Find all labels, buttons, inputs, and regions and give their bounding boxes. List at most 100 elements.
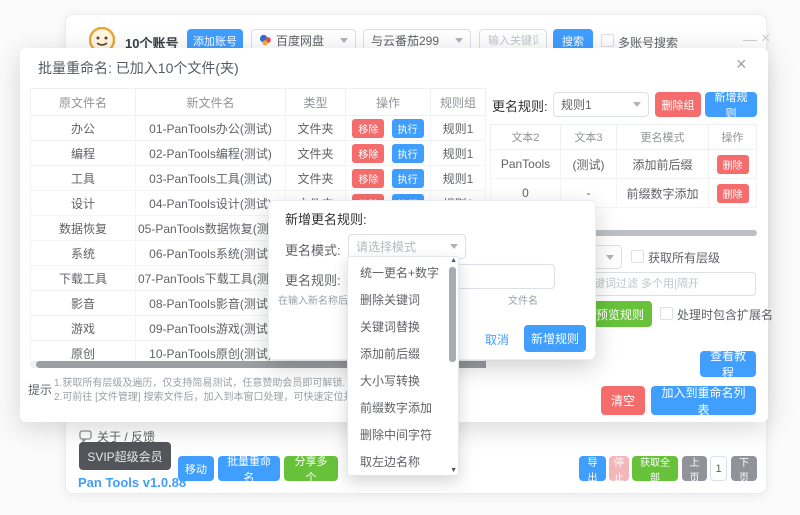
next-page-button[interactable]: 下页 <box>731 456 757 484</box>
table-row: 办公 01-PanTools办公(测试) 文件夹 移除 执行 规则1 百度网盘 <box>30 115 541 141</box>
window-close-icon[interactable]: × <box>761 30 770 48</box>
clear-button[interactable]: 清空 <box>601 386 645 415</box>
old-name: 游戏 <box>30 315 136 341</box>
chevron-down-icon <box>633 102 641 107</box>
rule-group-select[interactable]: 规则1 <box>553 92 649 117</box>
remove-button[interactable]: 移除 <box>352 143 385 163</box>
mode-option[interactable]: 删除中间字符 <box>348 422 444 449</box>
new-name: 06-PanTools系统(测试) <box>135 240 286 266</box>
confirm-add-rule-button[interactable]: 新增规则 <box>524 325 586 352</box>
mode-option[interactable]: 前缀数字添加 <box>348 395 444 422</box>
old-name: 数据恢复 <box>30 215 136 241</box>
rule-helper-right: 文件名 <box>508 296 538 307</box>
view-tutorial-button[interactable]: 查看教程 <box>700 349 756 380</box>
export-button[interactable]: 导出 <box>579 456 606 484</box>
cancel-button[interactable]: 取消 <box>476 327 518 351</box>
get-all-levels-checkbox[interactable] <box>631 250 644 263</box>
rules-header-row: 文本2 文本3 更名模式 操作 <box>490 124 757 150</box>
screen: 10个账号 添加账号 百度网盘 与云番茄299 搜索 多账号搜索 — × <box>0 0 800 515</box>
file-type: 文件夹 <box>285 165 346 191</box>
svip-button[interactable]: SVIP超级会员 <box>79 442 171 470</box>
dropdown-scroll-thumb[interactable] <box>449 267 456 362</box>
batch-rename-button[interactable]: 批量重命名 <box>218 456 280 484</box>
new-name: 07-PanTools下载工具(测试) <box>135 265 286 291</box>
col-new-name: 新文件名 <box>135 88 286 116</box>
remove-button[interactable]: 移除 <box>352 168 385 188</box>
minimize-icon[interactable]: — <box>743 31 757 47</box>
col-rename-mode: 更名模式 <box>616 124 709 150</box>
mode-option[interactable]: 大小写转换 <box>348 368 444 395</box>
dialog-title: 批量重命名: 已加入10个文件(夹) <box>38 60 239 76</box>
rules-table: 文本2 文本3 更名模式 操作 PanTools (测试) 添加前后缀 删除 0… <box>490 124 757 208</box>
multi-account-checkbox[interactable] <box>601 34 614 47</box>
include-extension-label: 处理时包含扩展名 <box>677 308 774 322</box>
col-rule-group: 规则组 <box>430 88 486 116</box>
share-multiple-button[interactable]: 分享多个 <box>284 456 338 484</box>
rename-mode-select-placeholder: 请选择模式 <box>356 240 417 254</box>
chevron-down-icon <box>450 244 458 249</box>
rule-group: 规则1 <box>430 165 486 191</box>
rule-text2: PanTools <box>490 149 561 179</box>
move-button[interactable]: 移动 <box>178 456 214 481</box>
mode-option[interactable]: 统一更名+数字 <box>348 260 444 287</box>
dialog-close-icon[interactable]: × <box>736 54 747 75</box>
table-row: 编程 02-PanTools编程(测试) 文件夹 移除 执行 规则1 百度网盘 <box>30 140 541 166</box>
col-type: 类型 <box>285 88 346 116</box>
delete-rule-button[interactable]: 删除 <box>716 183 749 203</box>
version-label: Pan Tools v1.0.88 <box>78 475 187 490</box>
chevron-down-icon <box>455 38 463 43</box>
scroll-down-icon[interactable]: ▼ <box>450 467 457 475</box>
mode-option[interactable]: 取左边名称 <box>348 449 444 476</box>
old-name: 设计 <box>30 190 136 216</box>
exec-button[interactable]: 执行 <box>391 143 424 163</box>
file-type: 文件夹 <box>285 140 346 166</box>
include-extension-checkbox[interactable] <box>660 307 673 320</box>
col-operation: 操作 <box>708 124 757 150</box>
col-text2: 文本2 <box>490 124 561 150</box>
rule-group-select-value: 规则1 <box>561 98 592 112</box>
exec-button[interactable]: 执行 <box>391 168 424 188</box>
new-name: 02-PanTools编程(测试) <box>135 140 286 166</box>
rule-text3: (测试) <box>560 149 617 179</box>
account-select-value: 与云番茄299 <box>371 34 440 48</box>
prev-page-button[interactable]: 上页 <box>682 456 707 484</box>
new-name: 09-PanTools游戏(测试) <box>135 315 286 341</box>
mode-option[interactable]: 添加前后缀 <box>348 341 444 368</box>
delete-rule-button[interactable]: 删除 <box>716 154 749 174</box>
row-actions: 移除 执行 <box>345 165 431 191</box>
chevron-down-icon <box>606 254 614 260</box>
exec-button[interactable]: 执行 <box>391 118 424 138</box>
rule-row: PanTools (测试) 添加前后缀 删除 <box>490 149 757 179</box>
file-type: 文件夹 <box>285 115 346 141</box>
rule-mode: 添加前后缀 <box>616 149 709 179</box>
add-rule-group-button[interactable]: 新增规则 <box>705 92 757 120</box>
tip-line-1: 1.获取所有层级及遍历，仅支持简易测试，任意赞助会员即可解锁. <box>54 378 346 389</box>
old-name: 办公 <box>30 115 136 141</box>
rule-actions: 删除 <box>708 178 757 208</box>
add-to-rename-list-button[interactable]: 加入到重命名列表 <box>651 386 756 417</box>
scroll-up-icon[interactable]: ▲ <box>450 257 457 265</box>
new-name: 03-PanTools工具(测试) <box>135 165 286 191</box>
mode-option[interactable]: 关键词替换 <box>348 314 444 341</box>
disk-select-value: 百度网盘 <box>276 34 325 48</box>
popup-title: 新增更名规则: <box>285 212 367 227</box>
delete-group-button[interactable]: 删除组 <box>655 92 701 117</box>
rule-group: 规则1 <box>430 140 486 166</box>
rule-mode: 前缀数字添加 <box>616 178 709 208</box>
get-all-button[interactable]: 获取全部 <box>632 456 678 484</box>
feedback-bubble-icon <box>79 430 92 442</box>
col-operation: 操作 <box>345 88 431 116</box>
rename-rule-label: 更名规则: <box>285 273 341 288</box>
rule-actions: 删除 <box>708 149 757 179</box>
page-input[interactable] <box>710 456 727 481</box>
col-old-name: 原文件名 <box>30 88 136 116</box>
new-name: 04-PanTools设计(测试) <box>135 190 286 216</box>
old-name: 影音 <box>30 290 136 316</box>
get-all-levels-label: 获取所有层级 <box>648 251 721 265</box>
old-name: 下载工具 <box>30 265 136 291</box>
remove-button[interactable]: 移除 <box>352 118 385 138</box>
keyword-filter-input[interactable] <box>585 272 756 296</box>
rule-group: 规则1 <box>430 115 486 141</box>
stop-button[interactable]: 停止 <box>609 456 629 484</box>
mode-option[interactable]: 删除关键词 <box>348 287 444 314</box>
